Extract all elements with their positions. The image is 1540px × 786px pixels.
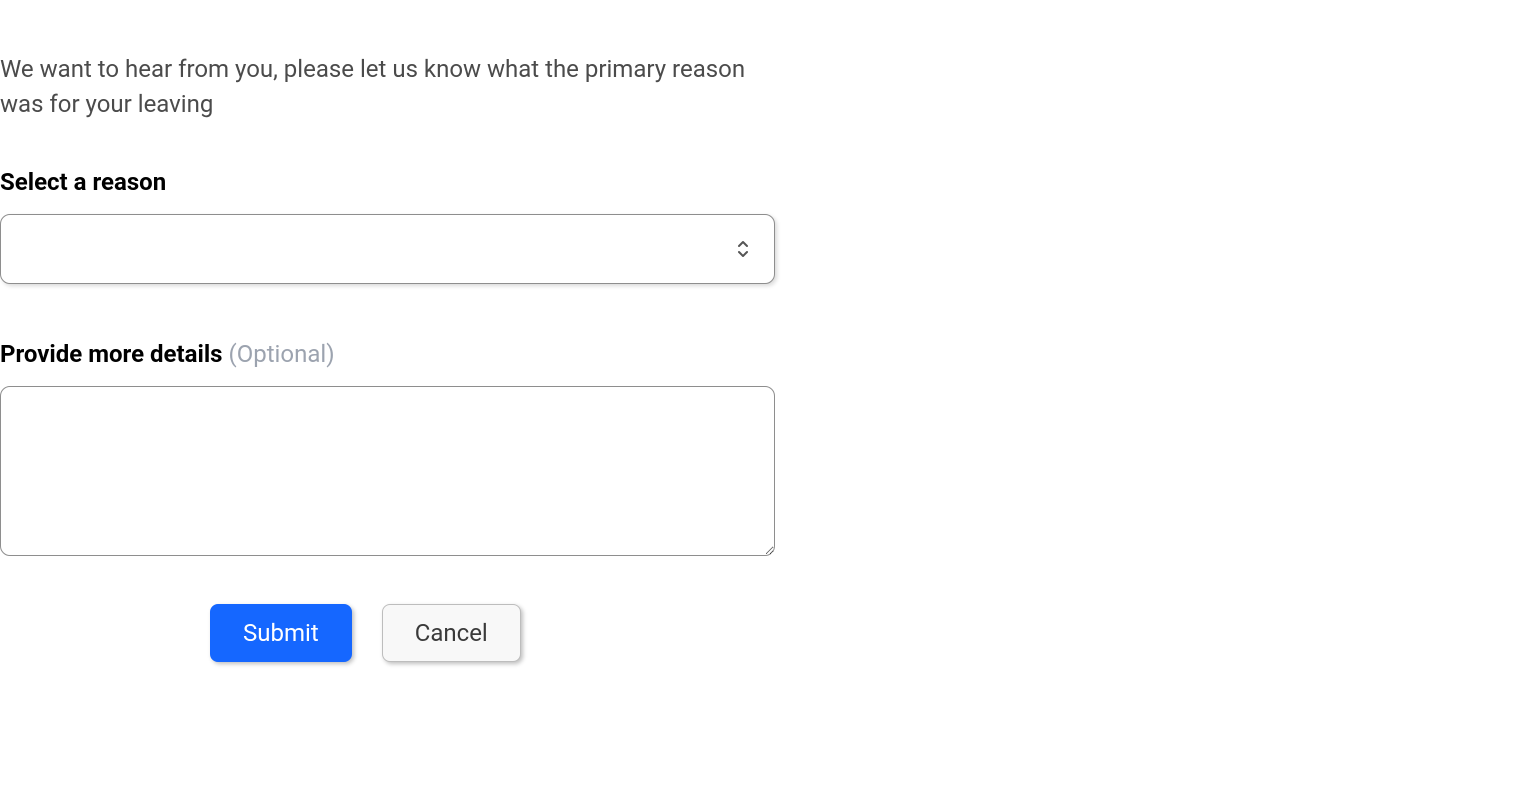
cancel-button[interactable]: Cancel <box>382 604 521 662</box>
details-label: Provide more details (Optional) <box>0 340 775 368</box>
submit-button[interactable]: Submit <box>210 604 352 662</box>
feedback-form: We want to hear from you, please let us … <box>0 52 775 662</box>
intro-text: We want to hear from you, please let us … <box>0 52 775 122</box>
details-label-text: Provide more details <box>0 340 228 368</box>
reason-select[interactable] <box>0 214 775 284</box>
optional-hint: (Optional) <box>228 340 334 368</box>
details-textarea[interactable] <box>0 386 775 556</box>
reason-select-wrapper <box>0 214 775 284</box>
reason-label: Select a reason <box>0 168 775 196</box>
button-row: Submit Cancel <box>0 604 775 662</box>
